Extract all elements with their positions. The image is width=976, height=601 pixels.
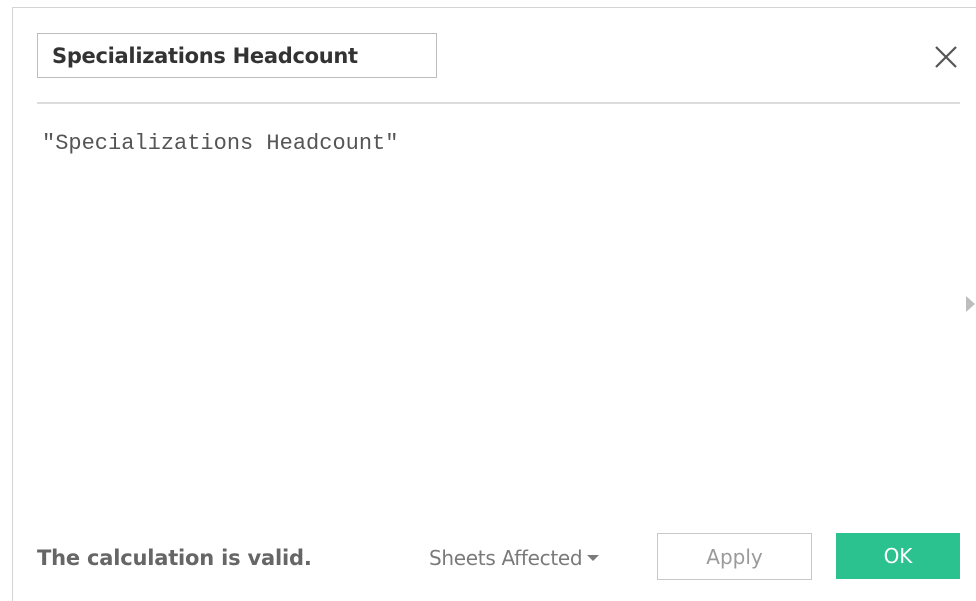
calculation-name-field[interactable]: Specializations Headcount	[37, 33, 437, 78]
apply-button[interactable]: Apply	[657, 533, 812, 580]
header-divider	[37, 102, 960, 104]
sheets-affected-dropdown[interactable]: Sheets Affected	[429, 540, 600, 576]
validation-status: The calculation is valid.	[37, 546, 312, 570]
close-icon	[935, 46, 957, 68]
formula-editor[interactable]: "Specializations Headcount"	[37, 116, 937, 516]
close-button[interactable]	[930, 41, 962, 73]
caret-down-icon	[587, 555, 600, 561]
sheets-affected-label: Sheets Affected	[429, 546, 583, 570]
expand-panel-button[interactable]	[964, 294, 976, 314]
triangle-right-icon	[966, 296, 975, 312]
ok-button[interactable]: OK	[836, 533, 960, 579]
